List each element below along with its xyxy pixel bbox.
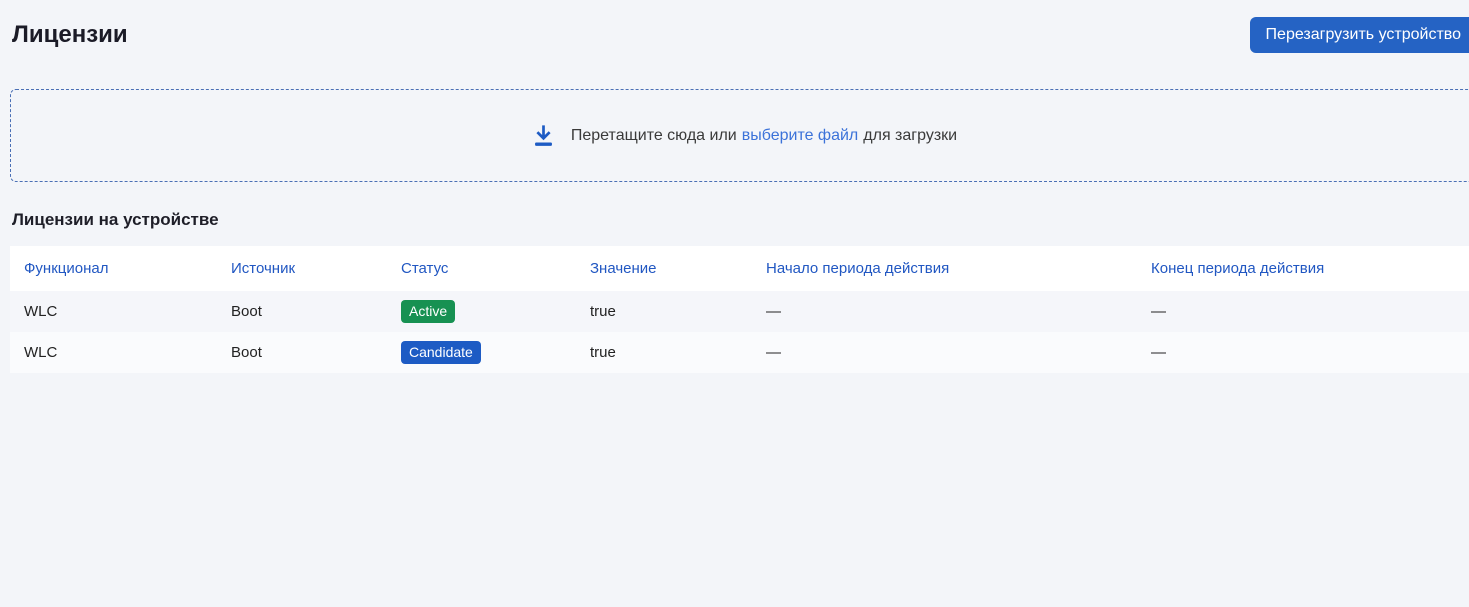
licenses-table: Функционал Источник Статус Значение Нача… [10, 246, 1469, 373]
choose-file-link[interactable]: выберите файл [742, 127, 859, 145]
column-header-status[interactable]: Статус [387, 246, 576, 291]
licenses-page: Лицензии Перезагрузить устройство Перета… [0, 0, 1469, 373]
cell-period-end: — [1137, 291, 1469, 332]
topbar: Лицензии Перезагрузить устройство [10, 16, 1469, 54]
cell-period-start: — [752, 291, 1137, 332]
dropzone-text-suffix: для загрузки [863, 127, 957, 145]
table-header: Функционал Источник Статус Значение Нача… [10, 246, 1469, 291]
table-row: WLC Boot Active true — — [10, 291, 1469, 332]
table-body: WLC Boot Active true — — WLC Boot Candid… [10, 291, 1469, 373]
column-header-source[interactable]: Источник [217, 246, 387, 291]
dropzone-text: Перетащите сюда или выберите файл для за… [571, 127, 957, 145]
reload-device-button[interactable]: Перезагрузить устройство [1250, 17, 1469, 53]
column-header-functional[interactable]: Функционал [10, 246, 217, 291]
cell-value: true [576, 291, 752, 332]
column-header-period-end[interactable]: Конец периода действия [1137, 246, 1469, 291]
page-title: Лицензии [10, 21, 128, 49]
table-row: WLC Boot Candidate true — — [10, 332, 1469, 373]
cell-functional: WLC [10, 332, 217, 373]
status-badge-active: Active [401, 300, 455, 324]
cell-source: Boot [217, 291, 387, 332]
section-title: Лицензии на устройстве [10, 210, 1469, 230]
cell-status: Candidate [387, 332, 576, 373]
cell-period-end: — [1137, 332, 1469, 373]
cell-period-start: — [752, 332, 1137, 373]
dropzone-text-prefix: Перетащите сюда или [571, 127, 737, 145]
cell-functional: WLC [10, 291, 217, 332]
column-header-value[interactable]: Значение [576, 246, 752, 291]
column-header-period-start[interactable]: Начало периода действия [752, 246, 1137, 291]
cell-value: true [576, 332, 752, 373]
cell-source: Boot [217, 332, 387, 373]
download-icon [530, 122, 557, 149]
table-header-row: Функционал Источник Статус Значение Нача… [10, 246, 1469, 291]
cell-status: Active [387, 291, 576, 332]
file-dropzone[interactable]: Перетащите сюда или выберите файл для за… [10, 89, 1469, 182]
status-badge-candidate: Candidate [401, 341, 481, 365]
